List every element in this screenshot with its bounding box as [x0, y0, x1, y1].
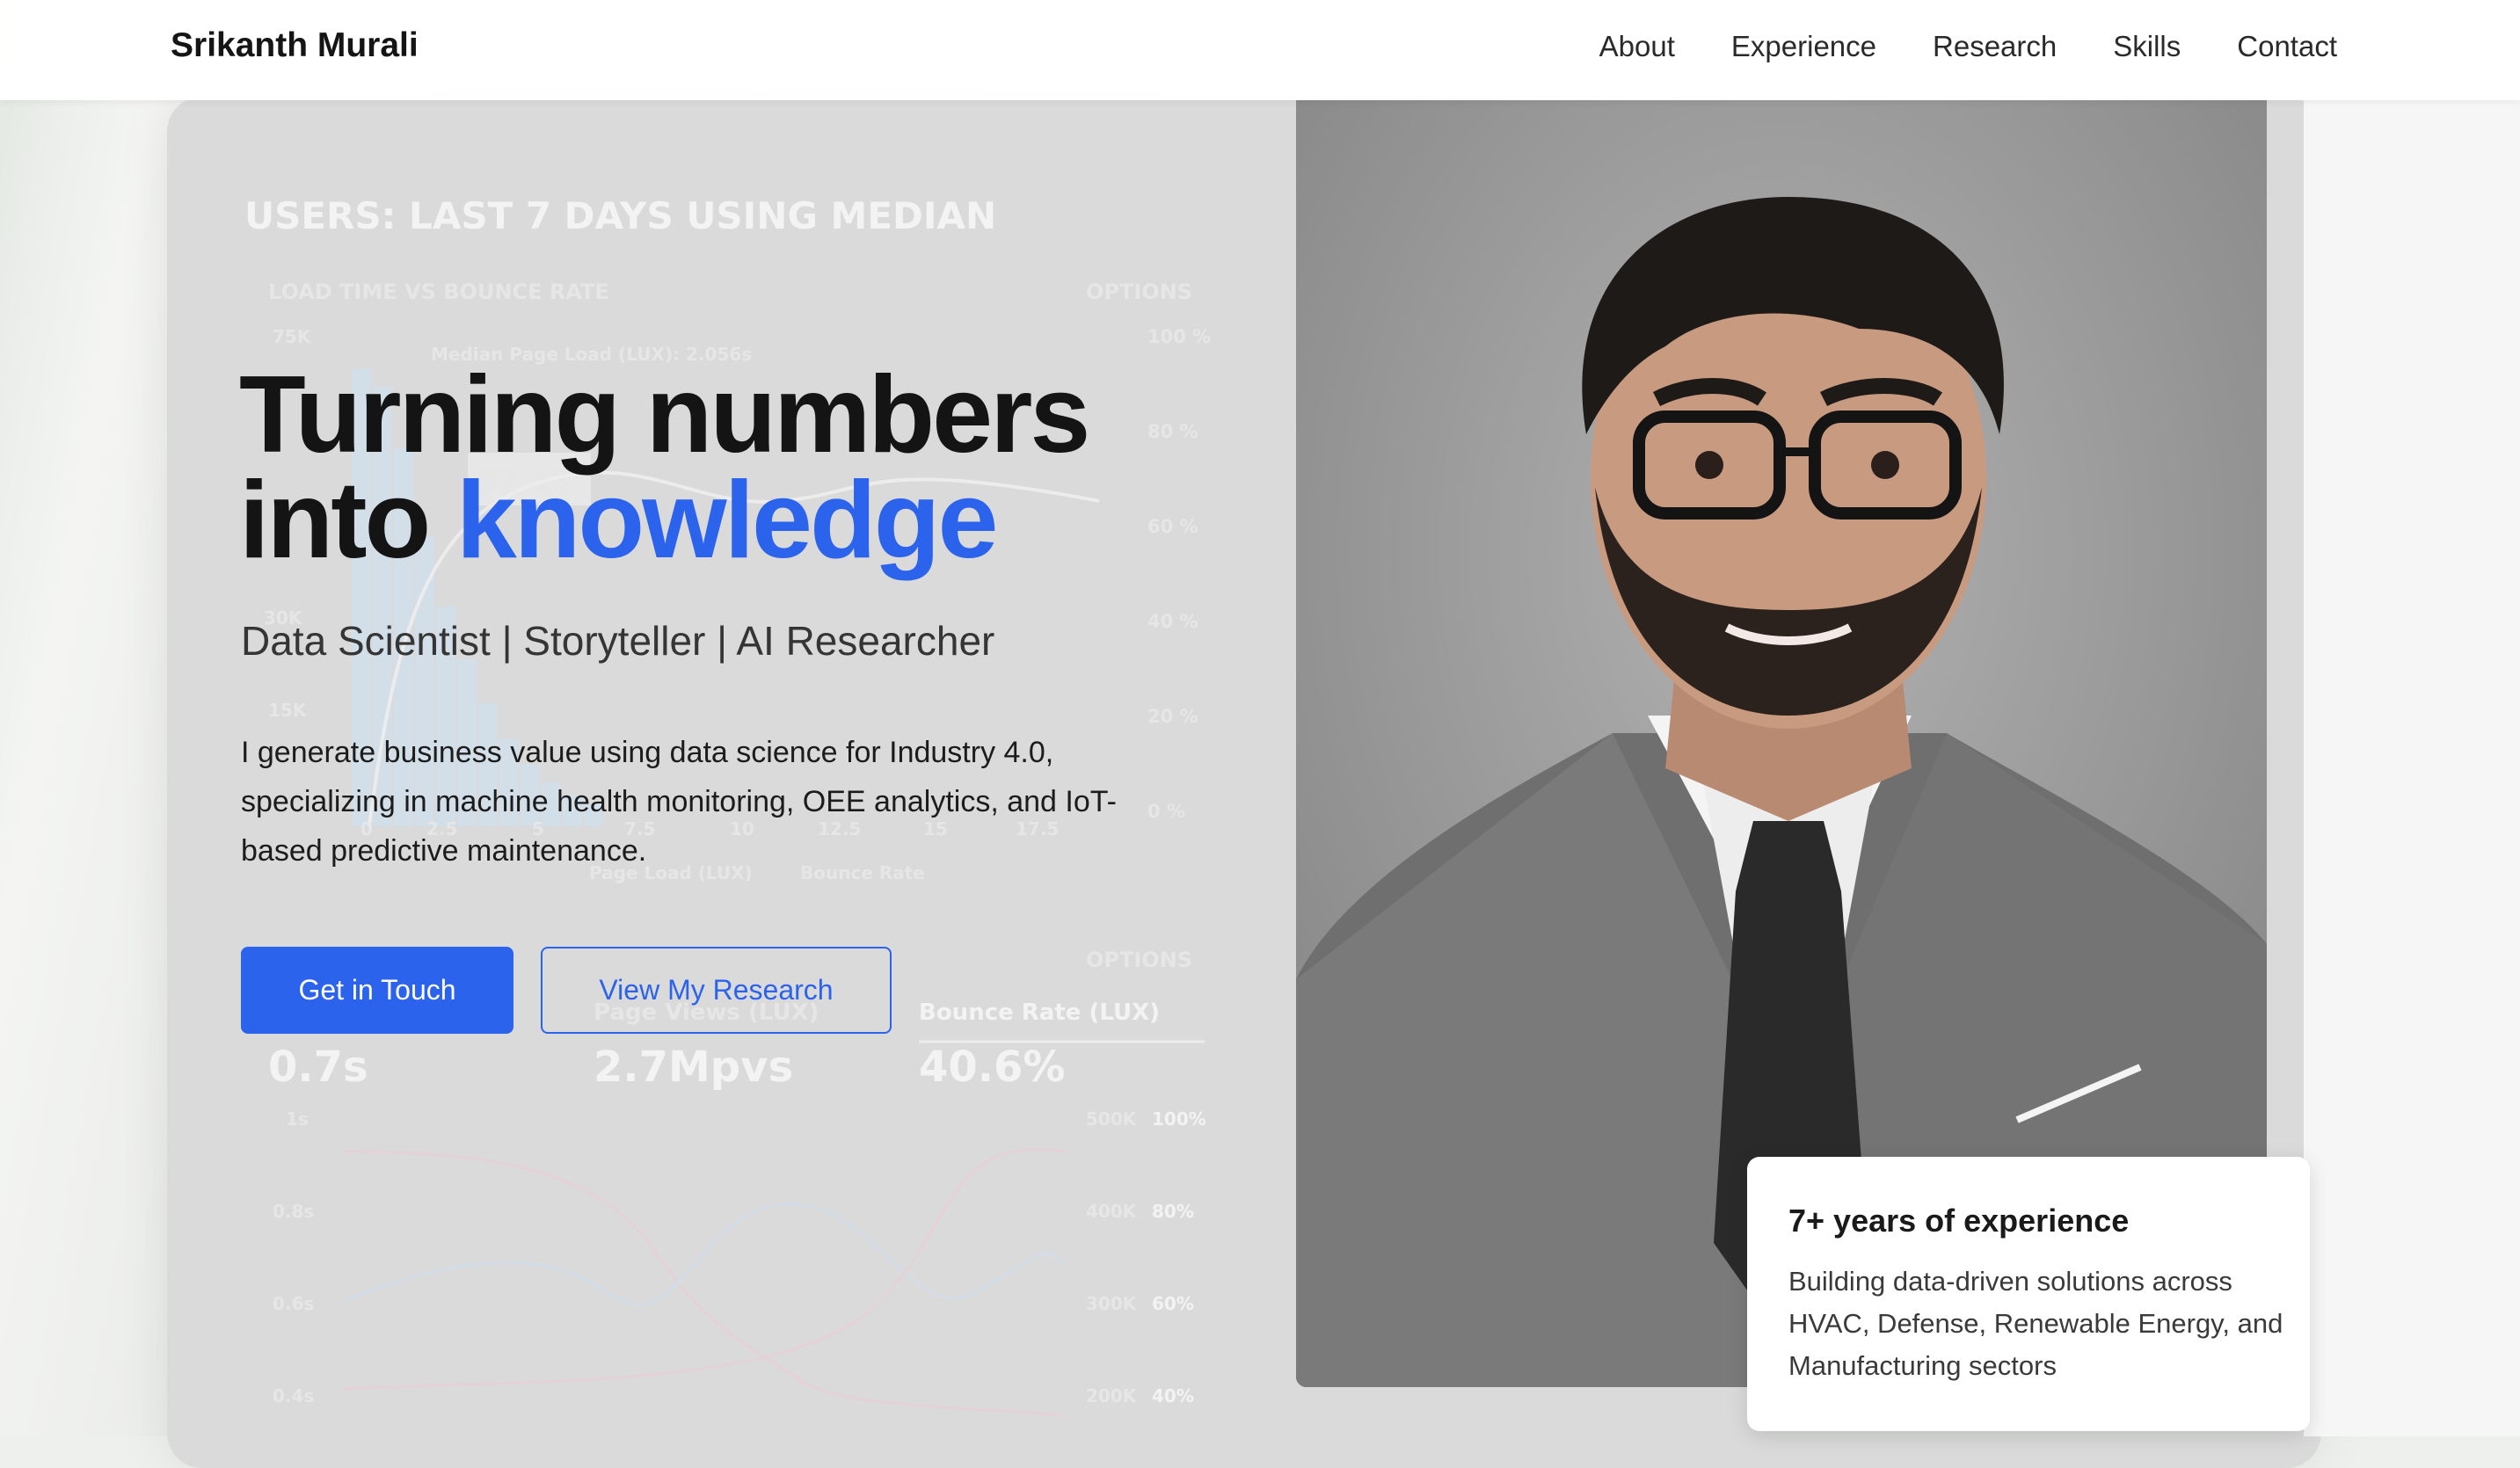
- dashboard-tick: 80 %: [1147, 421, 1198, 442]
- dashboard-options-2: OPTIONS: [1086, 948, 1192, 972]
- dashboard-line-blue: [342, 1203, 1066, 1306]
- dashboard-header: USERS: LAST 7 DAYS USING MEDIAN: [244, 194, 996, 237]
- dashboard-tick: 300K: [1086, 1293, 1138, 1314]
- experience-card-text: Building data-driven solutions across HV…: [1788, 1266, 2283, 1381]
- get-in-touch-button[interactable]: Get in Touch: [241, 947, 513, 1034]
- nav-link-contact[interactable]: Contact: [2237, 30, 2337, 63]
- dashboard-tick: 15K: [268, 700, 308, 721]
- background-right-edge: [2304, 97, 2520, 1436]
- hero-title-line1: Turning numbers: [239, 354, 1090, 476]
- hero-title-line2: into: [239, 460, 456, 581]
- hero-title-accent: knowledge: [455, 460, 999, 581]
- dashboard-tick: 100 %: [1147, 326, 1211, 347]
- dashboard-chart1-title: LOAD TIME VS BOUNCE RATE: [268, 280, 609, 304]
- dashboard-tick: 500K: [1086, 1108, 1138, 1130]
- dashboard-metric-2: 2.7Mpvs: [594, 1043, 793, 1092]
- dashboard-tick: 200K: [1086, 1385, 1138, 1406]
- dashboard-tick: 60%: [1152, 1293, 1194, 1314]
- nav-link-research[interactable]: Research: [1933, 30, 2057, 63]
- dashboard-tick: 40%: [1152, 1385, 1194, 1406]
- dashboard-metric-3: 40.6%: [919, 1043, 1066, 1092]
- dashboard-tick: 1s: [286, 1108, 309, 1130]
- dashboard-tick: 0.8s: [273, 1201, 314, 1222]
- experience-card: 7+ years of experience Building data-dri…: [1747, 1157, 2310, 1431]
- top-navbar: Srikanth Murali About Experience Researc…: [0, 0, 2520, 100]
- dashboard-metric-3-label: Bounce Rate (LUX): [919, 999, 1160, 1026]
- dashboard-metric-1: 0.7s: [268, 1043, 368, 1092]
- hero-description: I generate business value using data sci…: [241, 736, 1117, 868]
- dashboard-tick: 400K: [1086, 1201, 1138, 1222]
- dashboard-tick: 20 %: [1147, 706, 1198, 727]
- hero-subtitle: Data Scientist | Storyteller | AI Resear…: [241, 618, 995, 664]
- hero-title: Turning numbers into knowledge: [239, 360, 1090, 575]
- dashboard-tick: 100%: [1152, 1108, 1206, 1130]
- dashboard-tick: 0 %: [1147, 801, 1185, 822]
- nav-links: About Experience Research Skills Contact: [1599, 30, 2337, 63]
- dashboard-tick: 40 %: [1147, 611, 1198, 632]
- nav-link-experience[interactable]: Experience: [1731, 30, 1876, 63]
- experience-card-title: 7+ years of experience: [1788, 1203, 2130, 1239]
- nav-link-about[interactable]: About: [1599, 30, 1675, 63]
- dashboard-tick: 0.6s: [273, 1293, 314, 1314]
- brand-name[interactable]: Srikanth Murali: [171, 26, 419, 65]
- view-research-button[interactable]: View My Research: [541, 947, 892, 1034]
- dashboard-tick: 75K: [273, 326, 312, 347]
- dashboard-tick: 60 %: [1147, 516, 1198, 537]
- dashboard-tick: 0.4s: [273, 1385, 314, 1406]
- nav-link-skills[interactable]: Skills: [2113, 30, 2181, 63]
- dashboard-options: OPTIONS: [1086, 280, 1192, 304]
- dashboard-tick: 80%: [1152, 1201, 1194, 1222]
